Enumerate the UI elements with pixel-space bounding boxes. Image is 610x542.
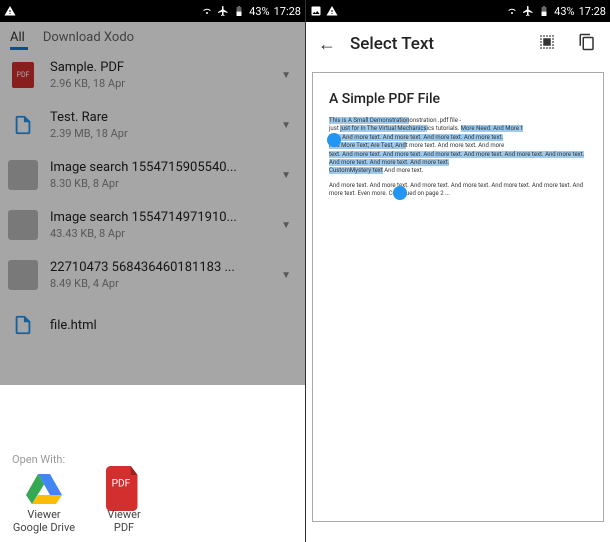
file-info: 8.49 KB, 4 Apr <box>50 277 263 290</box>
wifi-icon <box>506 5 518 17</box>
warning-icon <box>4 5 16 17</box>
select-text-header: ← Select Text <box>306 22 610 66</box>
status-bar-right: 43% 17:28 <box>306 0 610 22</box>
list-item[interactable]: Image search 1554715905540... 8.30 KB, 8 … <box>0 150 305 200</box>
tab-bar: All Download Xodo <box>0 22 305 51</box>
open-with-sheet: Open With: ViewerGoogle Drive PDF Viewer… <box>0 443 305 542</box>
chevron-down-icon[interactable]: ▼ <box>275 270 297 281</box>
pdf-heading: A Simple PDF File <box>329 91 587 107</box>
file-browser-pane: 43% 17:28 All Download Xodo PDF Sample. … <box>0 0 305 542</box>
chevron-down-icon[interactable]: ▼ <box>275 220 297 231</box>
svg-text:PDF: PDF <box>112 478 131 489</box>
copy-button[interactable] <box>572 29 602 59</box>
tab-all[interactable]: All <box>10 30 25 45</box>
chevron-down-icon[interactable]: ▼ <box>275 70 297 81</box>
pdf-viewer-pane: 43% 17:28 ← Select Text A Simple PDF Fil… <box>305 0 610 542</box>
tab-download[interactable]: Download Xodo <box>43 30 134 45</box>
app-pdf-viewer[interactable]: PDF ViewerPDF <box>92 474 156 534</box>
file-info: 43.43 KB, 8 Apr <box>50 227 263 240</box>
battery-icon <box>538 5 550 17</box>
file-name: Sample. PDF <box>50 60 263 75</box>
clock: 17:28 <box>274 5 301 18</box>
list-item[interactable]: 22710473 568436460181183 ... 8.49 KB, 4 A… <box>0 250 305 300</box>
sheet-title: Open With: <box>12 453 293 466</box>
pdf-paragraph: And more text. And more text. And more t… <box>329 182 587 199</box>
pdf-app-icon: PDF <box>106 474 142 504</box>
app-google-drive[interactable]: ViewerGoogle Drive <box>12 474 76 534</box>
airplane-icon <box>522 5 534 17</box>
file-info: 2.39 MB, 18 Apr <box>50 127 263 140</box>
list-item[interactable]: file.html <box>0 300 305 350</box>
selection-handle-start[interactable] <box>327 133 341 147</box>
file-list: PDF Sample. PDF 2.96 KB, 18 Apr ▼ Test. R… <box>0 50 305 350</box>
battery-icon <box>233 5 245 17</box>
file-name: file.html <box>50 318 297 333</box>
back-button[interactable]: ← <box>314 30 340 59</box>
thumbnail-icon <box>8 260 38 290</box>
chevron-down-icon[interactable]: ▼ <box>275 120 297 131</box>
header-title: Select Text <box>350 34 522 54</box>
drive-icon <box>26 474 62 504</box>
file-icon <box>12 312 34 338</box>
selection-handle-end[interactable] <box>393 186 407 200</box>
list-item[interactable]: PDF Sample. PDF 2.96 KB, 18 Apr ▼ <box>0 50 305 100</box>
list-item[interactable]: Image search 1554714971910... 43.43 KB, 8… <box>0 200 305 250</box>
file-name: Image search 1554715905540... <box>50 160 263 175</box>
file-info: 8.30 KB, 8 Apr <box>50 177 263 190</box>
image-icon <box>310 5 322 17</box>
chevron-down-icon[interactable]: ▼ <box>275 170 297 181</box>
status-bar-left: 43% 17:28 <box>0 0 305 22</box>
file-name: Image search 1554714971910... <box>50 210 263 225</box>
thumbnail-icon <box>8 160 38 190</box>
thumbnail-icon <box>8 210 38 240</box>
pdf-icon: PDF <box>12 62 34 88</box>
airplane-icon <box>217 5 229 17</box>
battery-percent: 43% <box>249 5 269 18</box>
select-all-button[interactable] <box>532 29 562 59</box>
file-name: 22710473 568436460181183 ... <box>50 260 263 275</box>
file-icon <box>12 112 34 138</box>
warning-icon <box>326 5 338 17</box>
file-name: Test. Rare <box>50 110 263 125</box>
pdf-page[interactable]: A Simple PDF File This is A Small Demons… <box>312 72 604 522</box>
clock: 17:28 <box>579 5 606 18</box>
list-item[interactable]: Test. Rare 2.39 MB, 18 Apr ▼ <box>0 100 305 150</box>
battery-percent: 43% <box>554 5 574 18</box>
file-info: 2.96 KB, 18 Apr <box>50 77 263 90</box>
wifi-icon <box>201 5 213 17</box>
